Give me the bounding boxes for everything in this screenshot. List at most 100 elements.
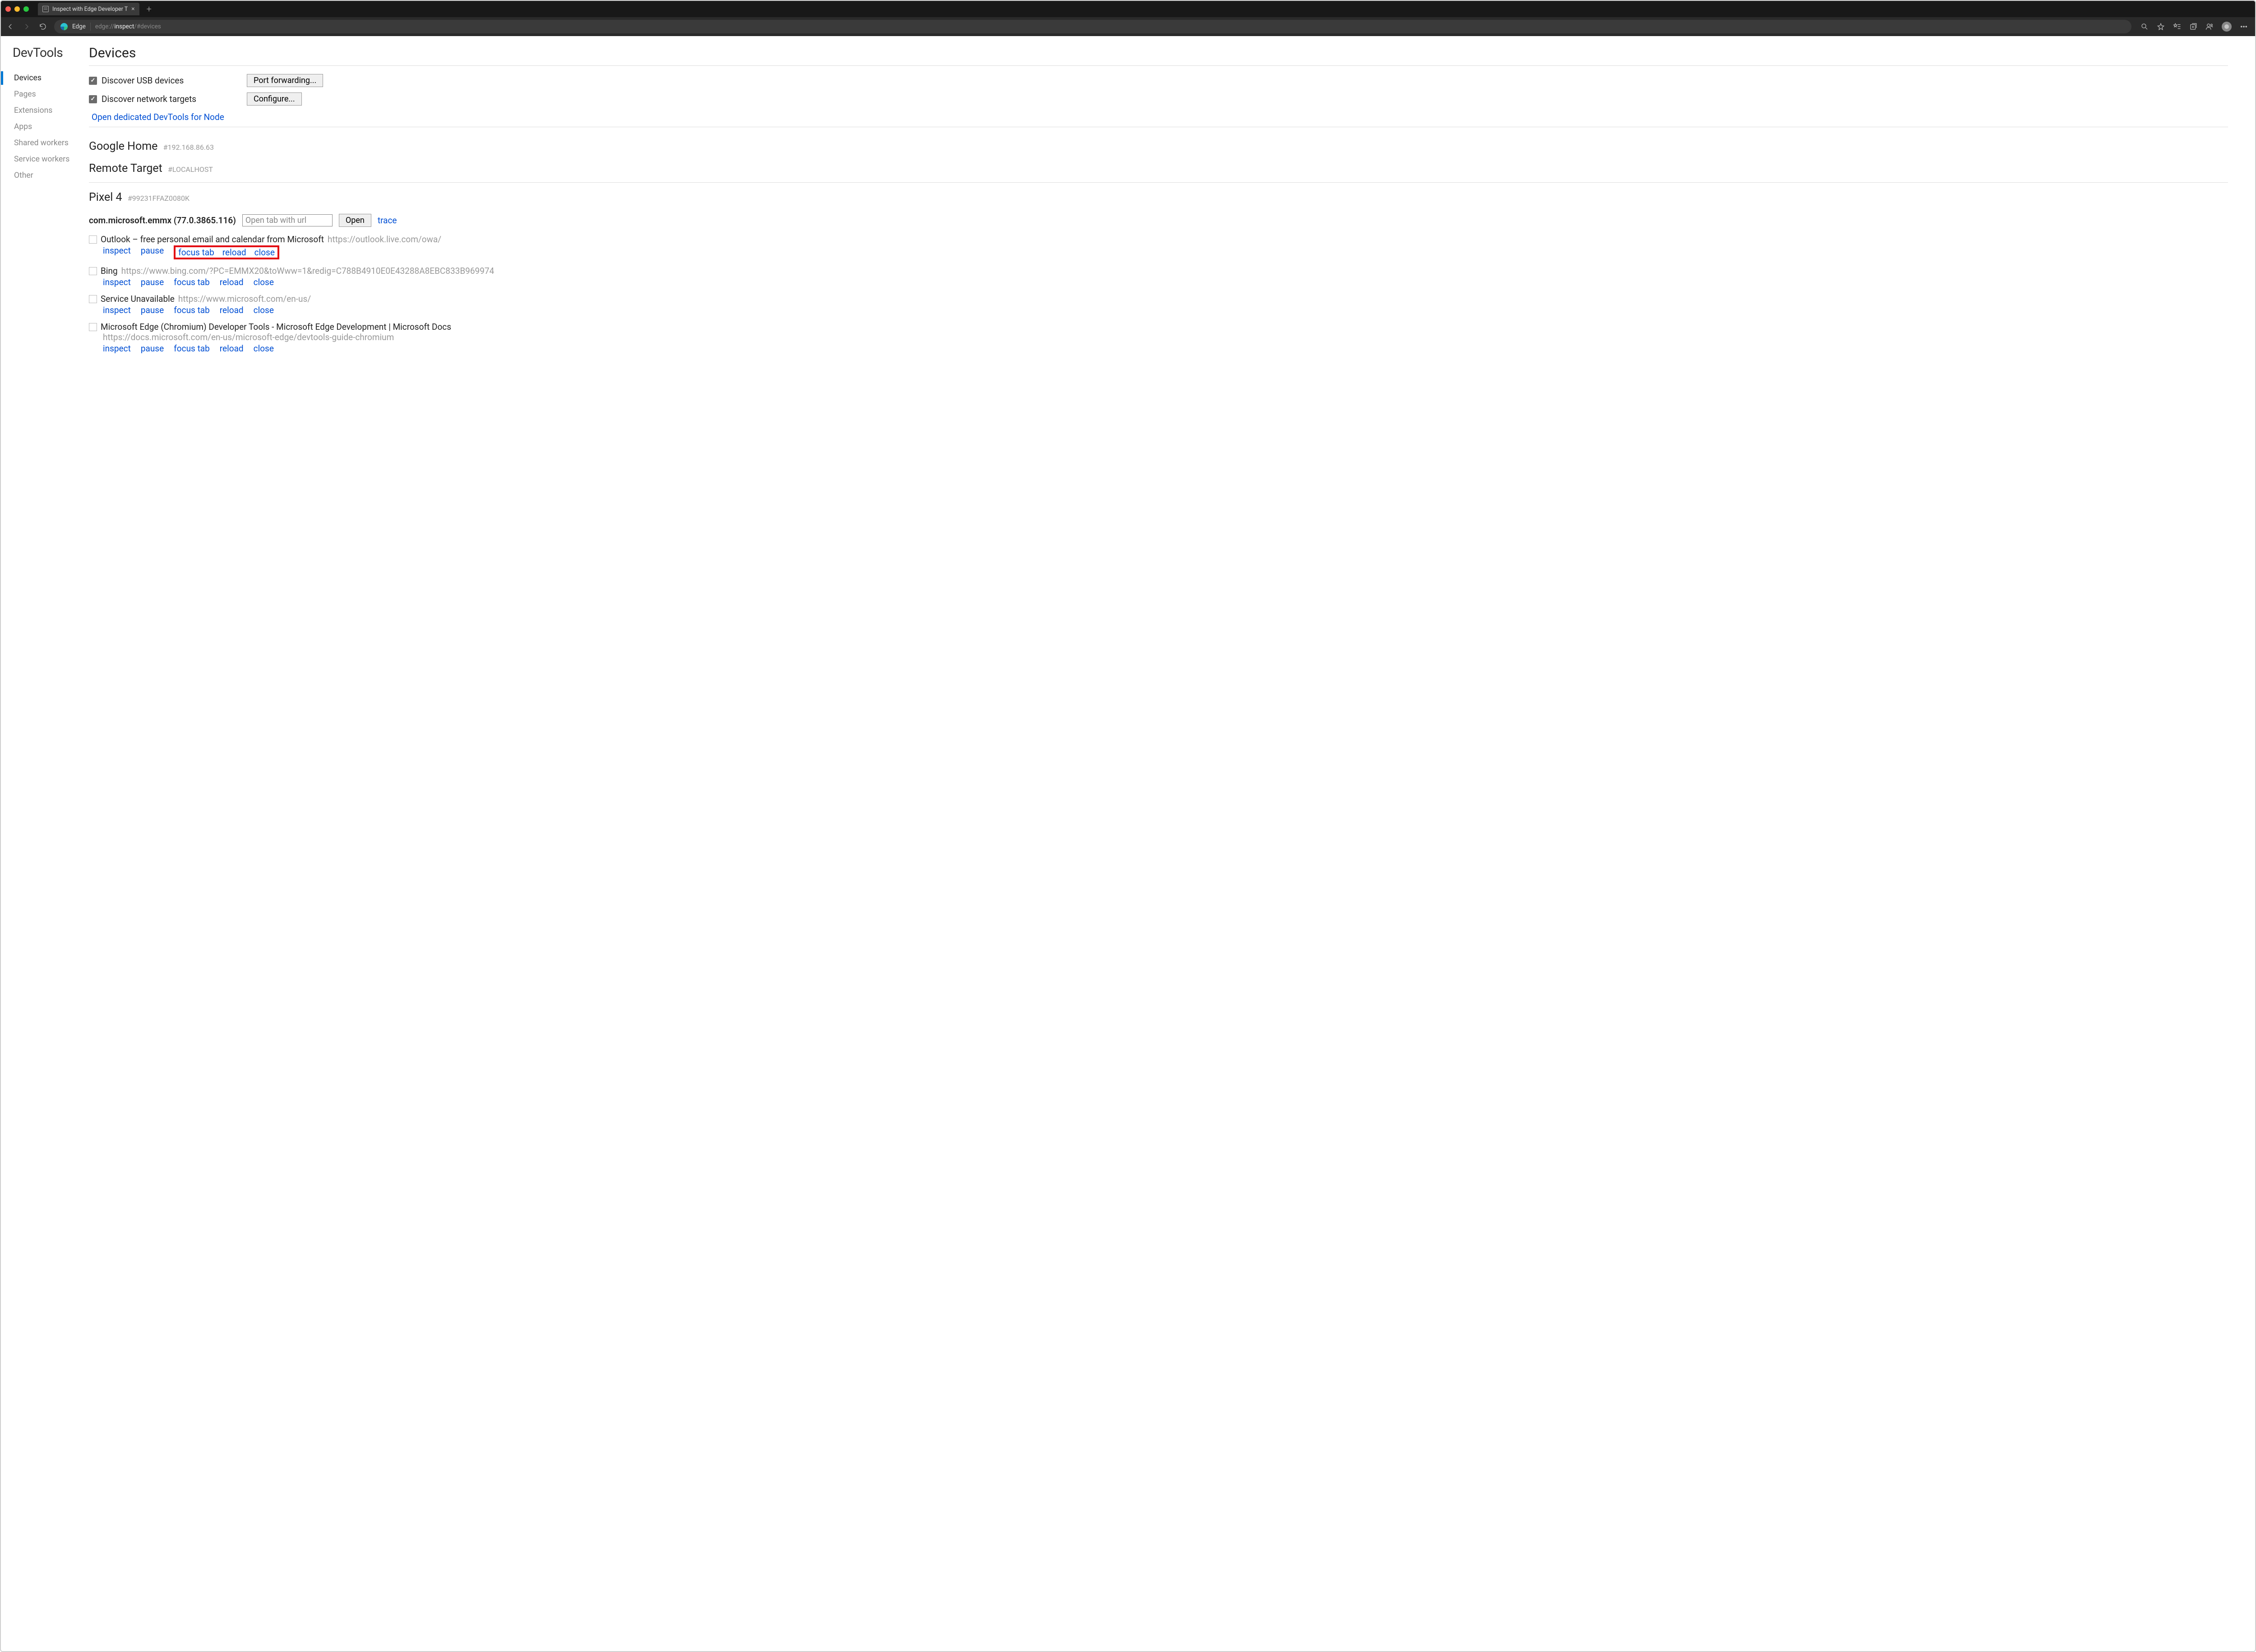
page-url: https://www.microsoft.com/en-us/ <box>178 294 311 304</box>
sidebar: DevTools DevicesPagesExtensionsAppsShare… <box>1 36 89 1651</box>
discover-network-label: Discover network targets <box>102 94 196 104</box>
sidebar-item-shared-workers[interactable]: Shared workers <box>13 135 89 151</box>
pixel4-section: Pixel 4 #99231FFAZ0080K com.microsoft.em… <box>89 182 2228 359</box>
profile-avatar[interactable] <box>2222 22 2232 32</box>
page-actions: inspect pause focus tab reload close <box>89 304 2228 316</box>
device-hash: #192.168.86.63 <box>163 143 214 152</box>
sidebar-title: DevTools <box>13 45 89 60</box>
close-window-button[interactable] <box>5 6 11 12</box>
search-icon[interactable] <box>2140 23 2149 31</box>
page-title-text: Bing <box>101 266 118 276</box>
device-google-home: Google Home #192.168.86.63 <box>89 133 2228 155</box>
page-item: Service Unavailablehttps://www.microsoft… <box>89 290 2228 318</box>
reload-link[interactable]: reload <box>220 305 244 315</box>
reload-link[interactable]: reload <box>220 343 244 354</box>
new-tab-button[interactable]: + <box>143 4 155 14</box>
main-panel: Devices ✓ Discover USB devices Port forw… <box>89 36 2255 1651</box>
device-name: Pixel 4 <box>89 191 122 204</box>
close-link[interactable]: close <box>254 247 275 258</box>
tab-title: Inspect with Edge Developer T <box>52 6 128 13</box>
browser-tab[interactable]: Inspect with Edge Developer T × <box>38 3 139 15</box>
page-item: Microsoft Edge (Chromium) Developer Tool… <box>89 318 2228 356</box>
more-button[interactable] <box>2240 23 2248 31</box>
page-checkbox[interactable] <box>89 323 97 331</box>
page-title-text: Outlook – free personal email and calend… <box>101 234 324 245</box>
separator <box>90 23 91 31</box>
inspect-link[interactable]: inspect <box>103 245 131 259</box>
trace-link[interactable]: trace <box>378 215 397 226</box>
close-link[interactable]: close <box>254 343 274 354</box>
pause-link[interactable]: pause <box>141 305 164 315</box>
titlebar: Inspect with Edge Developer T × + <box>1 1 2255 17</box>
address-url: edge://inspect/#devices <box>95 23 161 30</box>
back-button[interactable] <box>5 23 15 31</box>
close-tab-button[interactable]: × <box>131 5 134 13</box>
favorites-list-icon[interactable] <box>2173 23 2181 31</box>
sidebar-item-other[interactable]: Other <box>13 167 89 184</box>
close-link[interactable]: close <box>254 305 274 315</box>
discover-usb-label: Discover USB devices <box>102 75 184 86</box>
page-actions: inspect pause focus tab reload close <box>89 342 2228 355</box>
sidebar-item-service-workers[interactable]: Service workers <box>13 151 89 167</box>
close-link[interactable]: close <box>254 277 274 287</box>
discover-usb-checkbox[interactable]: ✓ <box>89 77 97 85</box>
target-package: com.microsoft.emmx (77.0.3865.116) <box>89 215 236 226</box>
refresh-button[interactable] <box>38 23 48 31</box>
discover-network-checkbox[interactable]: ✓ <box>89 95 97 103</box>
pause-link[interactable]: pause <box>141 277 164 287</box>
pause-link[interactable]: pause <box>141 245 164 259</box>
sidebar-item-apps[interactable]: Apps <box>13 119 89 135</box>
toolbar-right <box>2138 22 2251 32</box>
pause-link[interactable]: pause <box>141 343 164 354</box>
node-devtools-link[interactable]: Open dedicated DevTools for Node <box>89 108 224 124</box>
discover-network-row: ✓ Discover network targets Configure... <box>89 90 2228 108</box>
device-name: Remote Target <box>89 162 162 175</box>
highlight-box: focus tab reload close <box>174 245 279 259</box>
page-title-text: Service Unavailable <box>101 294 175 304</box>
configure-button[interactable]: Configure... <box>247 92 302 106</box>
device-hash: #99231FFAZ0080K <box>128 194 190 203</box>
page-checkbox[interactable] <box>89 295 97 303</box>
page-actions: inspect pause focus tab reload close <box>89 245 2228 260</box>
browser-window: Inspect with Edge Developer T × + Edge e… <box>0 0 2256 1652</box>
address-host: Edge <box>72 23 86 30</box>
account-icon[interactable] <box>2205 23 2214 31</box>
minimize-window-button[interactable] <box>14 6 20 12</box>
inspect-link[interactable]: inspect <box>103 277 131 287</box>
reload-link[interactable]: reload <box>222 247 246 258</box>
address-bar[interactable]: Edge edge://inspect/#devices <box>54 20 2131 33</box>
page-item: Outlook – free personal email and calend… <box>89 231 2228 262</box>
window-controls <box>5 6 29 12</box>
sidebar-item-devices[interactable]: Devices <box>13 70 89 86</box>
page-actions: inspect pause focus tab reload close <box>89 276 2228 288</box>
focus-tab-link[interactable]: focus tab <box>174 343 210 354</box>
sidebar-item-pages[interactable]: Pages <box>13 86 89 102</box>
port-forwarding-button[interactable]: Port forwarding... <box>247 74 323 87</box>
open-url-input[interactable] <box>242 214 333 226</box>
page-url: https://docs.microsoft.com/en-us/microso… <box>89 332 2228 342</box>
page-title: Devices <box>89 45 2228 61</box>
reload-link[interactable]: reload <box>220 277 244 287</box>
inspect-link[interactable]: inspect <box>103 343 131 354</box>
collections-icon[interactable] <box>2189 23 2197 31</box>
page-checkbox[interactable] <box>89 235 97 244</box>
focus-tab-link[interactable]: focus tab <box>174 277 210 287</box>
page-item: Binghttps://www.bing.com/?PC=EMMX20&toWw… <box>89 262 2228 290</box>
favorite-icon[interactable] <box>2157 23 2165 31</box>
maximize-window-button[interactable] <box>23 6 29 12</box>
page-url: https://outlook.live.com/owa/ <box>328 234 441 245</box>
focus-tab-link[interactable]: focus tab <box>178 247 214 258</box>
sidebar-item-extensions[interactable]: Extensions <box>13 102 89 119</box>
target-row: com.microsoft.emmx (77.0.3865.116) Open … <box>89 206 2228 231</box>
page-content: DevTools DevicesPagesExtensionsAppsShare… <box>1 36 2255 1651</box>
sidebar-nav: DevicesPagesExtensionsAppsShared workers… <box>13 70 89 184</box>
page-title-text: Microsoft Edge (Chromium) Developer Tool… <box>101 322 451 332</box>
inspect-link[interactable]: inspect <box>103 305 131 315</box>
page-icon <box>42 6 49 12</box>
focus-tab-link[interactable]: focus tab <box>174 305 210 315</box>
forward-button[interactable] <box>22 23 32 31</box>
page-checkbox[interactable] <box>89 267 97 275</box>
open-button[interactable]: Open <box>339 214 371 227</box>
toolbar: Edge edge://inspect/#devices <box>1 17 2255 36</box>
page-list: Outlook – free personal email and calend… <box>89 231 2228 356</box>
